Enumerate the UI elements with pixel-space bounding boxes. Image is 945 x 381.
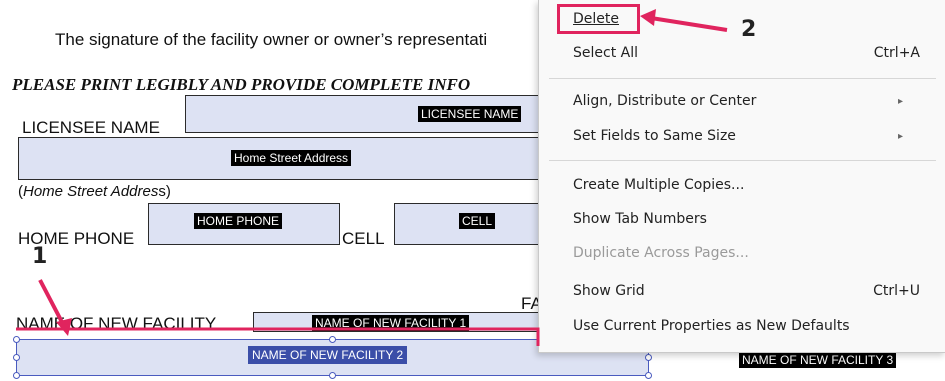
arrow-to-delete — [640, 9, 728, 32]
selection-annotation-outline — [16, 327, 540, 346]
step-2-number: 2 — [741, 17, 757, 42]
annotation-arrows — [16, 9, 728, 346]
step-1-number: 1 — [32, 244, 48, 269]
